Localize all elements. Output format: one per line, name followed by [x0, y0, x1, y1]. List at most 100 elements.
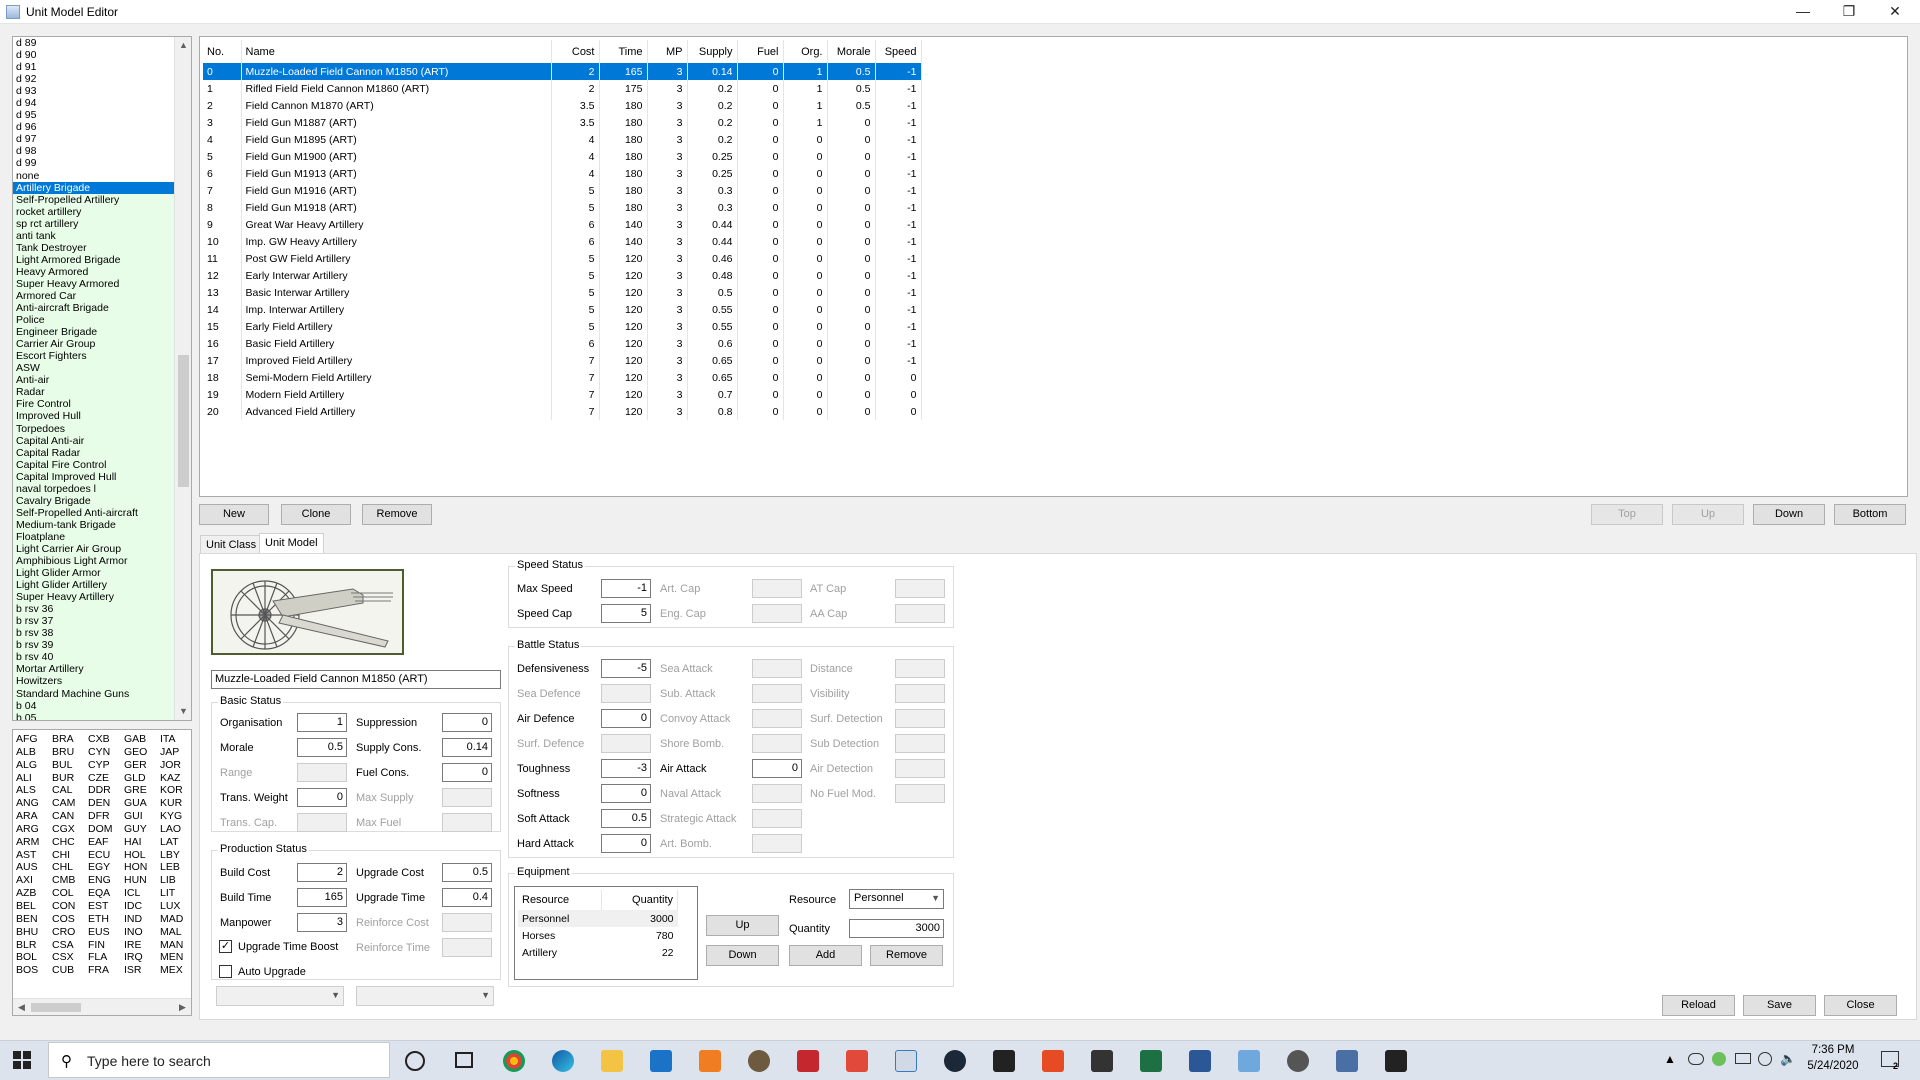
upgrade-model-dropdown[interactable]: ▼ [356, 986, 494, 1006]
country-item[interactable]: BRA [52, 733, 88, 746]
unit-class-item[interactable]: naval torpedoes l [13, 482, 175, 495]
column-header[interactable]: Fuel [737, 40, 784, 63]
unit-class-item[interactable]: Capital Anti-air [13, 434, 175, 447]
fuel-cons-input[interactable]: 0 [442, 763, 492, 782]
country-item[interactable]: IRE [124, 939, 160, 952]
table-row[interactable]: 2 Field Cannon M1870 (ART) 3.5 180 3 0.2 0 1 0.5… [203, 97, 922, 114]
country-item[interactable]: EST [88, 900, 124, 913]
country-item[interactable]: ICL [124, 887, 160, 900]
minimize-button[interactable]: — [1780, 0, 1826, 24]
volume-icon[interactable]: 🔈 [1780, 1051, 1796, 1067]
scroll-up-arrow-icon[interactable]: ▲ [175, 37, 191, 54]
column-header[interactable]: Morale [827, 40, 876, 63]
scrollbar-thumb[interactable] [178, 355, 189, 487]
country-item[interactable]: MAL [160, 926, 191, 939]
country-item[interactable]: LIT [160, 887, 191, 900]
move-up-button[interactable]: Up [1672, 504, 1744, 525]
country-item[interactable]: BOS [16, 964, 52, 977]
file-explorer-icon[interactable] [601, 1050, 623, 1072]
quantity-input[interactable]: 3000 [849, 919, 944, 938]
remove-model-button[interactable]: Remove [362, 504, 432, 525]
country-item[interactable]: CZE [88, 772, 124, 785]
clock-time[interactable]: 7:36 PM [1806, 1044, 1860, 1056]
upgrade-time-boost-checkbox[interactable]: ✓ [219, 940, 232, 953]
move-bottom-button[interactable]: Bottom [1834, 504, 1906, 525]
unit-class-item[interactable]: Engineer Brigade [13, 326, 175, 339]
new-model-button[interactable]: New [199, 504, 269, 525]
unit-class-item[interactable]: b 05 [13, 711, 175, 720]
table-row[interactable]: 9 Great War Heavy Artillery 6 140 3 0.44 0 0 0 -1 [203, 216, 922, 233]
country-item[interactable]: CAN [52, 810, 88, 823]
unit-class-item[interactable]: Artillery Brigade [13, 181, 175, 194]
table-row[interactable]: 4 Field Gun M1895 (ART) 4 180 3 0.2 0 0 0 -1 [203, 131, 922, 148]
chevron-up-icon[interactable]: ▲ [1664, 1052, 1676, 1066]
column-header[interactable]: Supply [687, 40, 738, 63]
task-view-icon[interactable] [455, 1052, 473, 1068]
country-horizontal-scrollbar[interactable]: ◀ ▶ [13, 998, 191, 1015]
tab-unit-class[interactable]: Unit Class [200, 535, 263, 555]
unit-class-item[interactable]: Super Heavy Artillery [13, 591, 175, 604]
settings-gear-icon[interactable] [1287, 1050, 1309, 1072]
table-row[interactable]: 20 Advanced Field Artillery 7 120 3 0.8 0 0 0 0 [203, 403, 922, 420]
tab-unit-model[interactable]: Unit Model [259, 533, 324, 555]
unit-class-item[interactable]: Radar [13, 386, 175, 399]
unit-class-list[interactable]: d 89 d 90 d 91 d 92 d 93 d 94 d 95 d 96 d 97 d 98… [12, 36, 192, 721]
windows-start-icon[interactable] [12, 1050, 32, 1070]
column-header[interactable]: Time [599, 40, 648, 63]
onedrive-icon[interactable] [1688, 1053, 1704, 1065]
steam-icon[interactable] [944, 1050, 966, 1072]
table-row[interactable]: 13 Basic Interwar Artillery 5 120 3 0.5 0 0 0 -1 [203, 284, 922, 301]
country-item[interactable]: CSA [52, 939, 88, 952]
unit-class-item[interactable]: ASW [13, 362, 175, 375]
column-header[interactable]: MP [647, 40, 688, 63]
notepad-icon[interactable] [1385, 1050, 1407, 1072]
country-item[interactable]: GAB [124, 733, 160, 746]
unit-class-item[interactable]: d 92 [13, 73, 175, 85]
country-item[interactable]: BEN [16, 913, 52, 926]
country-item[interactable]: BUR [52, 772, 88, 785]
word-icon[interactable] [1189, 1050, 1211, 1072]
unit-class-item[interactable]: b rsv 36 [13, 603, 175, 616]
move-down-button[interactable]: Down [1753, 504, 1825, 525]
country-item[interactable]: KYG [160, 810, 191, 823]
equipment-remove-button[interactable]: Remove [870, 945, 943, 966]
unit-class-item[interactable]: none [13, 170, 175, 182]
unit-class-item[interactable]: Capital Radar [13, 446, 175, 459]
air-defence-input[interactable]: 0 [601, 709, 651, 728]
unit-class-item[interactable]: Floatplane [13, 530, 175, 543]
country-item[interactable]: ALS [16, 784, 52, 797]
close-button[interactable]: Close [1824, 995, 1897, 1016]
country-item[interactable]: ALG [16, 759, 52, 772]
unit-class-item[interactable]: Tank Destroyer [13, 241, 175, 254]
country-item[interactable]: CXB [88, 733, 124, 746]
country-item[interactable]: HAI [124, 836, 160, 849]
defensiveness-input[interactable]: -5 [601, 659, 651, 678]
unit-class-item[interactable]: d 93 [13, 85, 175, 97]
country-item[interactable]: GEO [124, 746, 160, 759]
country-item[interactable]: CHI [52, 849, 88, 862]
office-icon[interactable] [1042, 1050, 1064, 1072]
close-window-button[interactable]: ✕ [1872, 0, 1918, 24]
equipment-up-button[interactable]: Up [706, 915, 779, 936]
country-item[interactable]: ECU [88, 849, 124, 862]
hard-attack-input[interactable]: 0 [601, 834, 651, 853]
country-item[interactable]: LUX [160, 900, 191, 913]
unit-class-item[interactable]: d 95 [13, 109, 175, 121]
equipment-row[interactable]: Personnel 3000 [518, 910, 678, 927]
country-item[interactable]: CHC [52, 836, 88, 849]
table-row[interactable]: 18 Semi-Modern Field Artillery 7 120 3 0.65 0 0… [203, 369, 922, 386]
unit-class-item[interactable]: Standard Machine Guns [13, 687, 175, 700]
unit-class-item[interactable]: d 98 [13, 145, 175, 157]
battery-icon[interactable] [1735, 1053, 1751, 1064]
equipment-add-button[interactable]: Add [789, 945, 862, 966]
country-item[interactable]: ALI [16, 772, 52, 785]
country-item[interactable]: BOL [16, 951, 52, 964]
country-item[interactable]: CAL [52, 784, 88, 797]
country-item[interactable]: CYN [88, 746, 124, 759]
table-row[interactable]: 8 Field Gun M1918 (ART) 5 180 3 0.3 0 0 0 -1 [203, 199, 922, 216]
upgrade-target-dropdown[interactable]: ▼ [216, 986, 344, 1006]
country-item[interactable]: AZB [16, 887, 52, 900]
country-item[interactable]: GLD [124, 772, 160, 785]
chrome-icon[interactable] [503, 1050, 525, 1072]
column-header[interactable]: Cost [551, 40, 600, 63]
